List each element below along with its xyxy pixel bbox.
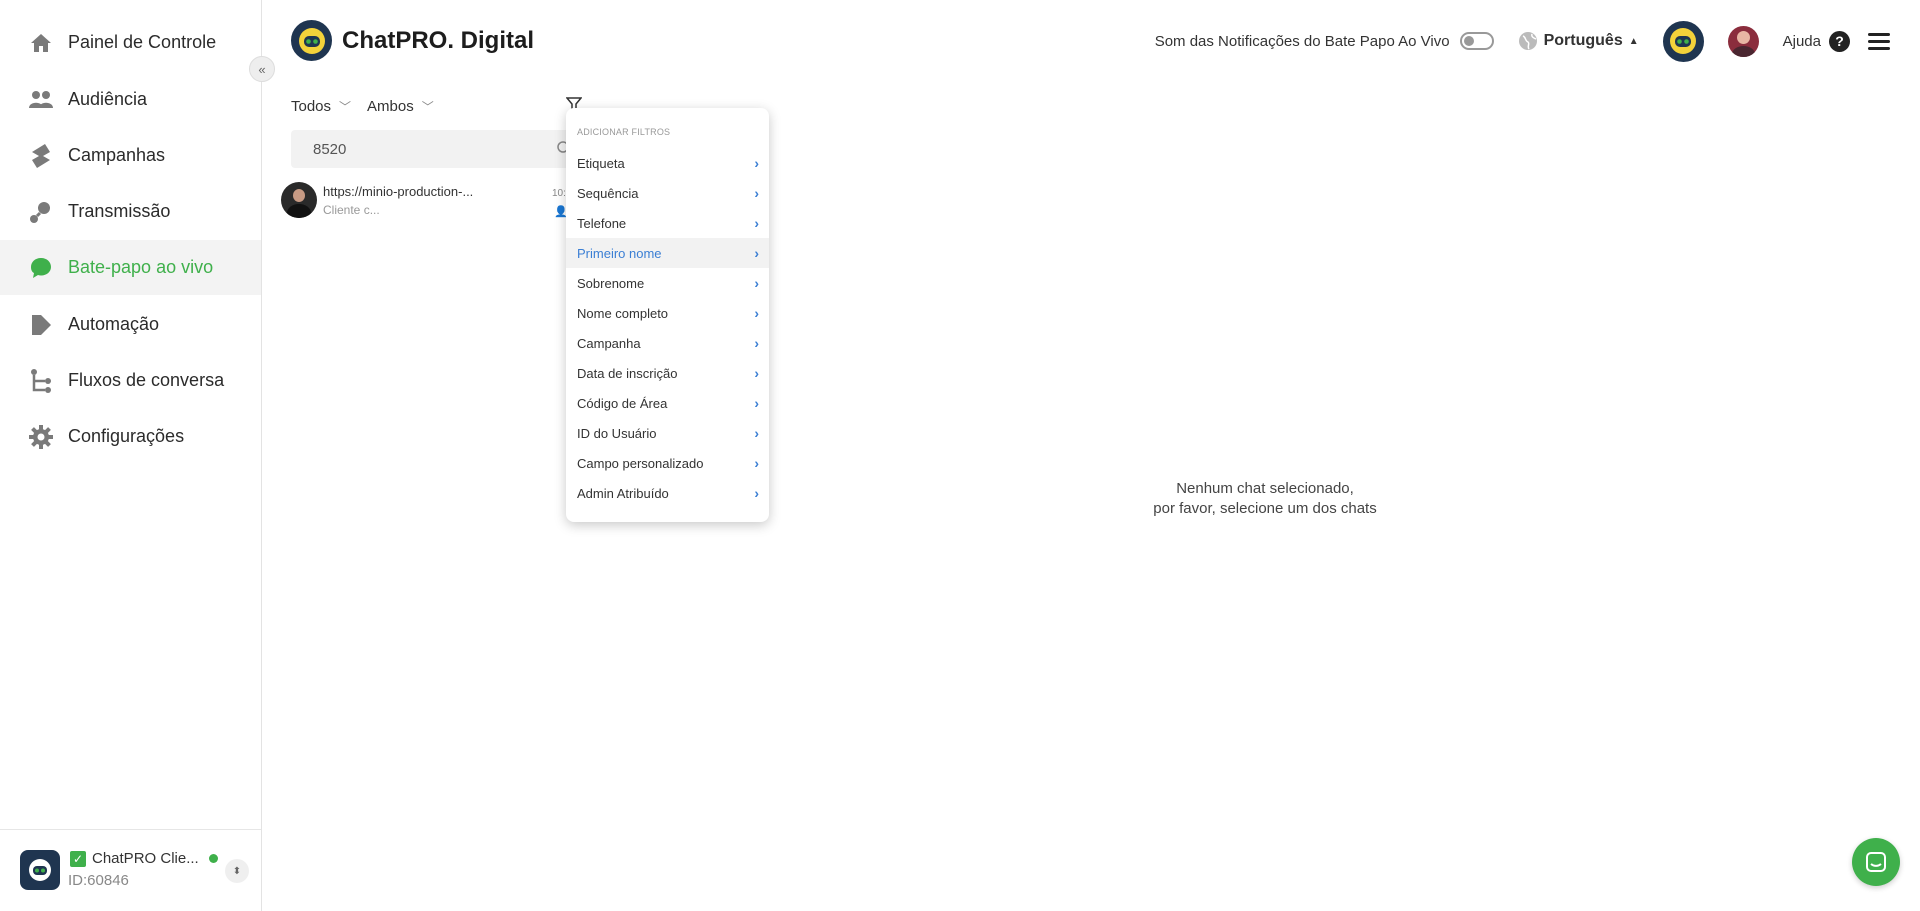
- sidebar-item-label: Campanhas: [68, 145, 166, 165]
- support-chat-launcher[interactable]: [1852, 838, 1900, 886]
- filter-both-dropdown[interactable]: Ambos: [367, 98, 414, 115]
- verified-check-icon: ✓: [70, 850, 86, 867]
- sidebar-item-settings[interactable]: Configurações: [0, 409, 261, 464]
- hamburger-menu-icon[interactable]: [1868, 32, 1890, 50]
- chevron-right-icon: ›: [754, 485, 759, 501]
- filter-option-campaign[interactable]: Campanha ›: [566, 328, 769, 358]
- campaign-icon: [28, 143, 54, 169]
- brand-logo-icon: [291, 20, 332, 61]
- notification-sound-toggle[interactable]: [1459, 32, 1494, 50]
- sidebar: Painel de Controle Audiência Campanhas T…: [0, 0, 262, 911]
- chat-bubble-icon: [28, 255, 54, 281]
- filter-option-tag[interactable]: Etiqueta ›: [566, 148, 769, 178]
- filter-option-first-name[interactable]: Primeiro nome ›: [566, 238, 769, 268]
- broadcast-icon: [28, 199, 54, 225]
- chevron-down-icon: ﹀: [339, 100, 352, 114]
- chevron-right-icon: ›: [754, 275, 759, 291]
- chevron-right-icon: ›: [754, 305, 759, 321]
- filter-option-last-name[interactable]: Sobrenome ›: [566, 268, 769, 298]
- filter-option-signup-date[interactable]: Data de inscrição ›: [566, 358, 769, 388]
- sidebar-item-label: Automação: [68, 314, 160, 334]
- help-label: Ajuda: [1782, 32, 1821, 50]
- online-status-icon: [208, 854, 218, 863]
- filter-option-sequence[interactable]: Sequência ›: [566, 178, 769, 208]
- account-name: ChatPRO Clie...: [92, 850, 199, 867]
- sidebar-item-label: Transmissão: [68, 201, 171, 221]
- globe-icon: [1518, 32, 1537, 50]
- automation-icon: [28, 312, 54, 338]
- chevron-right-icon: ›: [754, 455, 759, 471]
- chevron-right-icon: ›: [754, 425, 759, 441]
- caret-up-icon: ▲: [1628, 35, 1639, 47]
- chat-subtitle: Cliente c...: [323, 203, 380, 217]
- flow-icon: [28, 368, 54, 394]
- help-icon: ?: [1829, 30, 1850, 52]
- account-footer[interactable]: ✓ ChatPRO Clie... ID:60846 ⬍: [0, 829, 261, 911]
- chevron-right-icon: ›: [754, 395, 759, 411]
- filter-option-phone[interactable]: Telefone ›: [566, 208, 769, 238]
- filter-option-area-code[interactable]: Código de Área ›: [566, 388, 769, 418]
- header-actions: Som das Notificações do Bate Papo Ao Viv…: [1155, 20, 1890, 62]
- chat-list-item[interactable]: https://minio-production-... Cliente c..…: [281, 181, 571, 221]
- brand-name: ChatPRO. Digital: [342, 26, 535, 54]
- sidebar-item-label: Audiência: [68, 89, 148, 109]
- sidebar-item-label: Bate-papo ao vivo: [68, 257, 214, 277]
- account-id: ID:60846: [68, 872, 129, 889]
- sidebar-item-flows[interactable]: Fluxos de conversa: [0, 353, 261, 408]
- sidebar-item-label: Fluxos de conversa: [68, 370, 225, 390]
- chevron-right-icon: ›: [754, 335, 759, 351]
- chevron-right-icon: ›: [754, 365, 759, 381]
- user-avatar[interactable]: [1727, 25, 1759, 57]
- filter-option-user-id[interactable]: ID do Usuário ›: [566, 418, 769, 448]
- chevron-right-icon: ›: [754, 185, 759, 201]
- filter-option-full-name[interactable]: Nome completo ›: [566, 298, 769, 328]
- bot-logo-icon[interactable]: [1662, 20, 1704, 62]
- sidebar-item-broadcast[interactable]: Transmissão: [0, 184, 261, 239]
- language-label: Português: [1543, 32, 1623, 49]
- filter-option-assigned-admin[interactable]: Admin Atribuído ›: [566, 478, 769, 508]
- sidebar-item-label: Configurações: [68, 426, 185, 446]
- chat-search-input[interactable]: [291, 130, 581, 168]
- chat-launcher-icon: [1866, 852, 1886, 872]
- sidebar-item-campaigns[interactable]: Campanhas: [0, 128, 261, 183]
- brand[interactable]: ChatPRO. Digital: [291, 20, 534, 61]
- sidebar-item-live-chat[interactable]: Bate-papo ao vivo: [0, 240, 261, 295]
- chevron-down-icon: ﹀: [421, 100, 434, 114]
- gear-icon: [28, 424, 54, 450]
- users-icon: [28, 87, 54, 113]
- chat-filters: Todos ﹀ Ambos ﹀: [291, 98, 442, 115]
- empty-state-line-1: Nenhum chat selecionado,: [1176, 480, 1354, 497]
- empty-state-line-2: por favor, selecione um dos chats: [1153, 500, 1377, 517]
- add-filters-dropdown: ADICIONAR FILTROS Etiqueta › Sequência › T…: [566, 108, 769, 522]
- dropdown-header: ADICIONAR FILTROS: [577, 127, 671, 137]
- chevron-right-icon: ›: [754, 215, 759, 231]
- chevron-right-icon: ›: [754, 155, 759, 171]
- chat-time: 10:: [552, 188, 566, 199]
- account-switch-icon[interactable]: ⬍: [225, 859, 249, 883]
- contact-avatar: [281, 182, 317, 218]
- sidebar-item-audience[interactable]: Audiência: [0, 72, 261, 127]
- language-selector[interactable]: Português ▲: [1518, 31, 1639, 51]
- sidebar-item-dashboard[interactable]: Painel de Controle: [0, 15, 261, 70]
- sidebar-item-label: Painel de Controle: [68, 32, 217, 52]
- filter-option-custom-field[interactable]: Campo personalizado ›: [566, 448, 769, 478]
- filter-all-dropdown[interactable]: Todos: [291, 98, 331, 115]
- account-logo: [20, 850, 60, 890]
- help-button[interactable]: Ajuda ?: [1782, 30, 1850, 52]
- notification-sound-label: Som das Notificações do Bate Papo Ao Viv…: [1154, 32, 1450, 50]
- sidebar-item-automation[interactable]: Automação: [0, 297, 261, 352]
- home-icon: [28, 30, 54, 56]
- chevron-right-icon: ›: [754, 245, 759, 261]
- collapse-sidebar-button[interactable]: «: [249, 56, 275, 82]
- no-chat-selected-message: Nenhum chat selecionado, por favor, sele…: [1105, 479, 1425, 519]
- chat-title: https://minio-production-...: [323, 184, 474, 199]
